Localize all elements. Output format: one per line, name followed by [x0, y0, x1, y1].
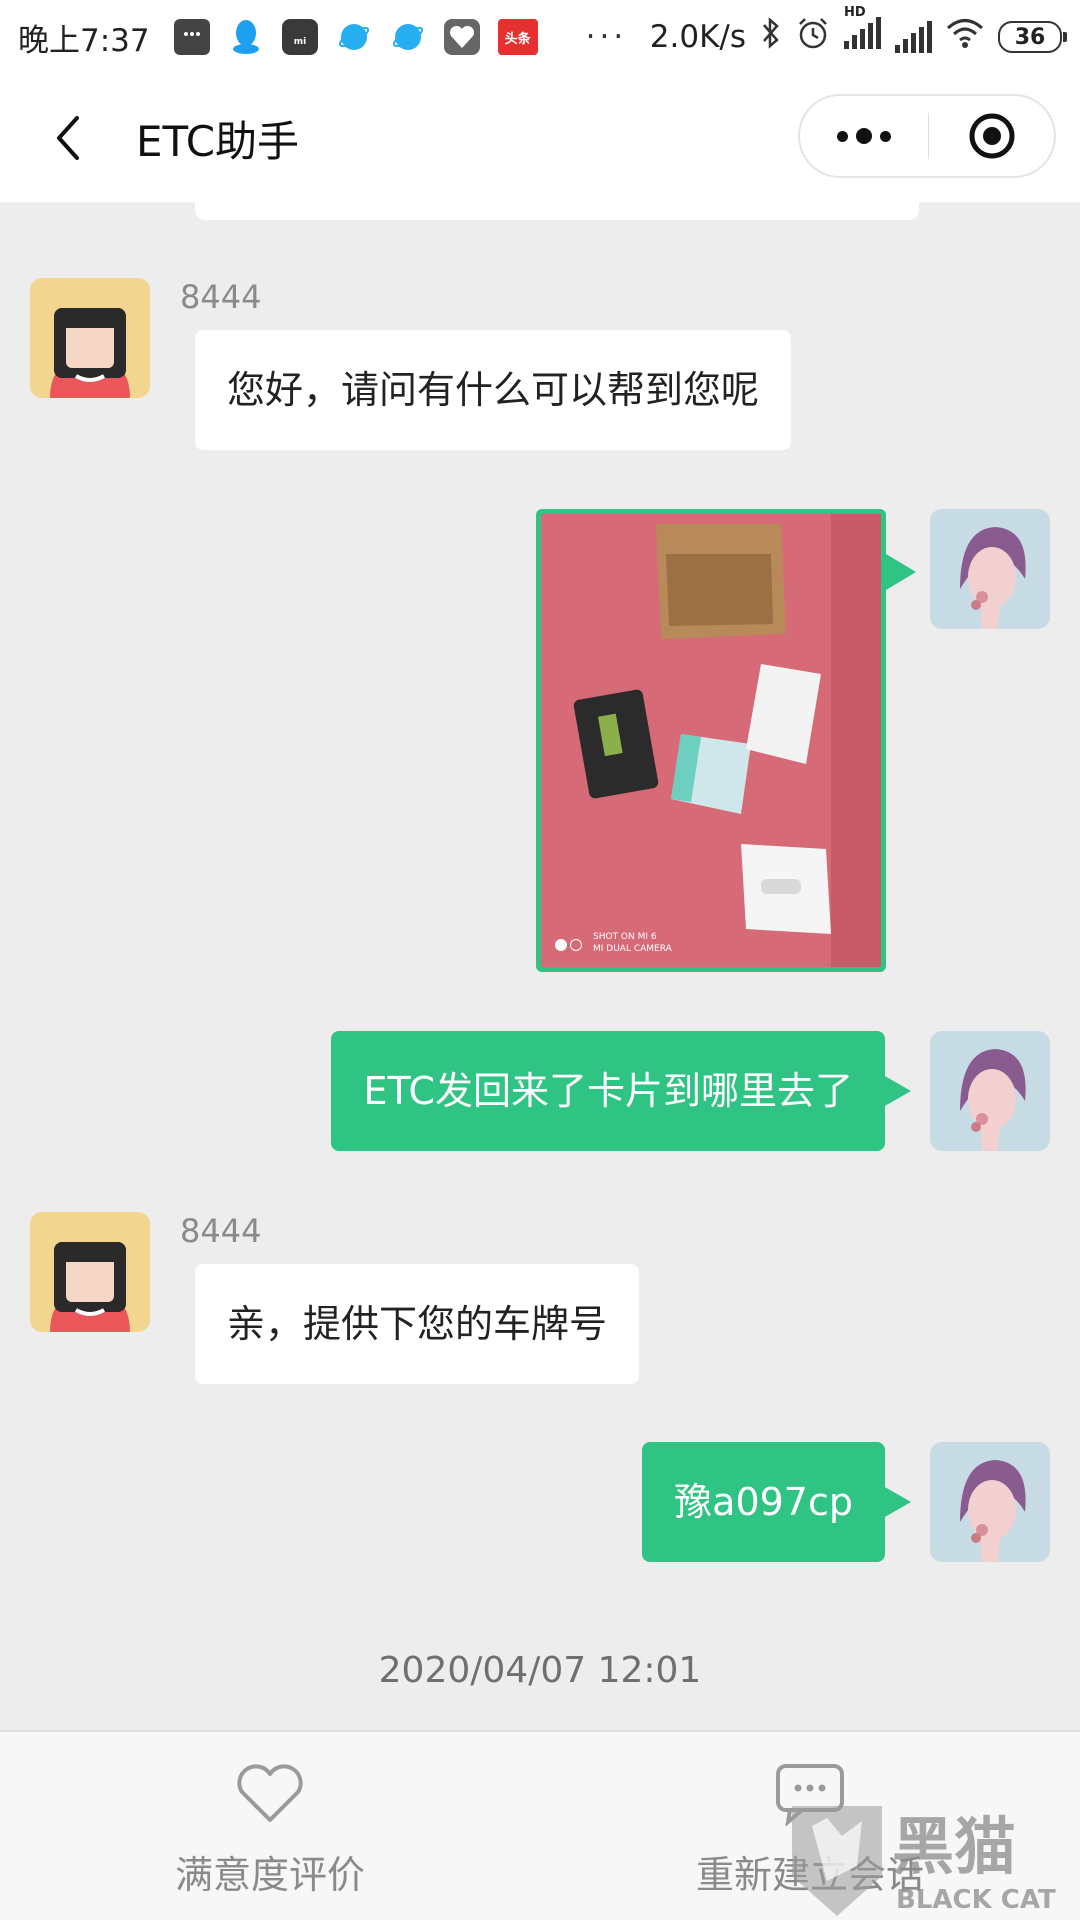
photo-image [541, 514, 881, 967]
more-notifications-icon: ··· [585, 19, 628, 55]
svg-text:mi: mi [293, 37, 305, 47]
agent-avatar[interactable] [30, 1212, 150, 1332]
heart-icon [237, 1764, 303, 1822]
black-cat-watermark: 黑猫 BLACK CAT [782, 1796, 1072, 1920]
rate-satisfaction-button[interactable]: 满意度评价 [120, 1762, 420, 1899]
status-time: 晚上7:37 [18, 22, 150, 59]
close-mini-program-button[interactable] [929, 96, 1054, 176]
wifi-icon [946, 17, 984, 57]
nav-bar: ETC助手 [0, 74, 1080, 202]
browser-icon-2 [390, 19, 426, 55]
chat-area[interactable]: 8444 您好，请问有什么可以帮到您呢 SHOT ON MI 6 MI DUAL… [0, 202, 1080, 1730]
alarm-icon [796, 16, 830, 58]
sender-name: 8444 [180, 1212, 262, 1250]
mi-store-icon: mi [281, 19, 318, 55]
bluetooth-icon [760, 16, 782, 58]
watermark-en: BLACK CAT [896, 1885, 1056, 1915]
image-message[interactable]: SHOT ON MI 6 MI DUAL CAMERA [536, 509, 886, 972]
mini-program-capsule [798, 94, 1056, 178]
battery-icon: 36 [998, 21, 1067, 53]
agent-avatar[interactable] [30, 278, 150, 398]
camera-watermark-dots [555, 939, 582, 951]
status-bar: 晚上7:37 mi 头条 ··· 2.0K/s HD 36 [0, 0, 1080, 74]
signal-icon [895, 21, 932, 53]
user-avatar[interactable] [930, 1442, 1050, 1562]
message-bubble-incoming[interactable]: 您好，请问有什么可以帮到您呢 [195, 330, 792, 450]
back-button[interactable] [38, 108, 98, 168]
previous-message-bubble [195, 202, 919, 220]
message-bubble-outgoing[interactable]: ETC发回来了卡片到哪里去了 [331, 1031, 911, 1151]
user-avatar[interactable] [930, 509, 1050, 629]
camera-watermark: SHOT ON MI 6 MI DUAL CAMERA [593, 932, 672, 954]
message-bubble-outgoing[interactable]: 豫a097cp [642, 1442, 911, 1562]
qq-icon [228, 19, 264, 55]
back-arrow-icon [57, 116, 79, 160]
target-close-icon [969, 113, 1014, 159]
more-button[interactable] [800, 96, 928, 176]
health-app-icon [443, 19, 480, 55]
sender-name: 8444 [180, 278, 262, 316]
toutiao-icon: 头条 [497, 19, 538, 55]
message-bubble-incoming[interactable]: 亲，提供下您的车牌号 [195, 1264, 640, 1384]
message-notification-icon [173, 19, 210, 55]
user-avatar[interactable] [930, 1031, 1050, 1151]
network-speed: 2.0K/s [649, 19, 746, 55]
message-timestamp: 2020/04/07 12:01 [378, 1650, 702, 1691]
status-right: 2.0K/s HD 36 [649, 5, 1067, 58]
page-title: ETC助手 [136, 116, 300, 166]
status-left: 晚上7:37 mi 头条 ··· [18, 15, 627, 60]
browser-icon [336, 19, 372, 55]
image-bubble-tail [886, 554, 916, 590]
signal-hd-icon: HD [844, 5, 881, 57]
watermark-cn: 黑猫 [892, 1810, 1016, 1883]
rate-satisfaction-label: 满意度评价 [174, 1853, 365, 1897]
